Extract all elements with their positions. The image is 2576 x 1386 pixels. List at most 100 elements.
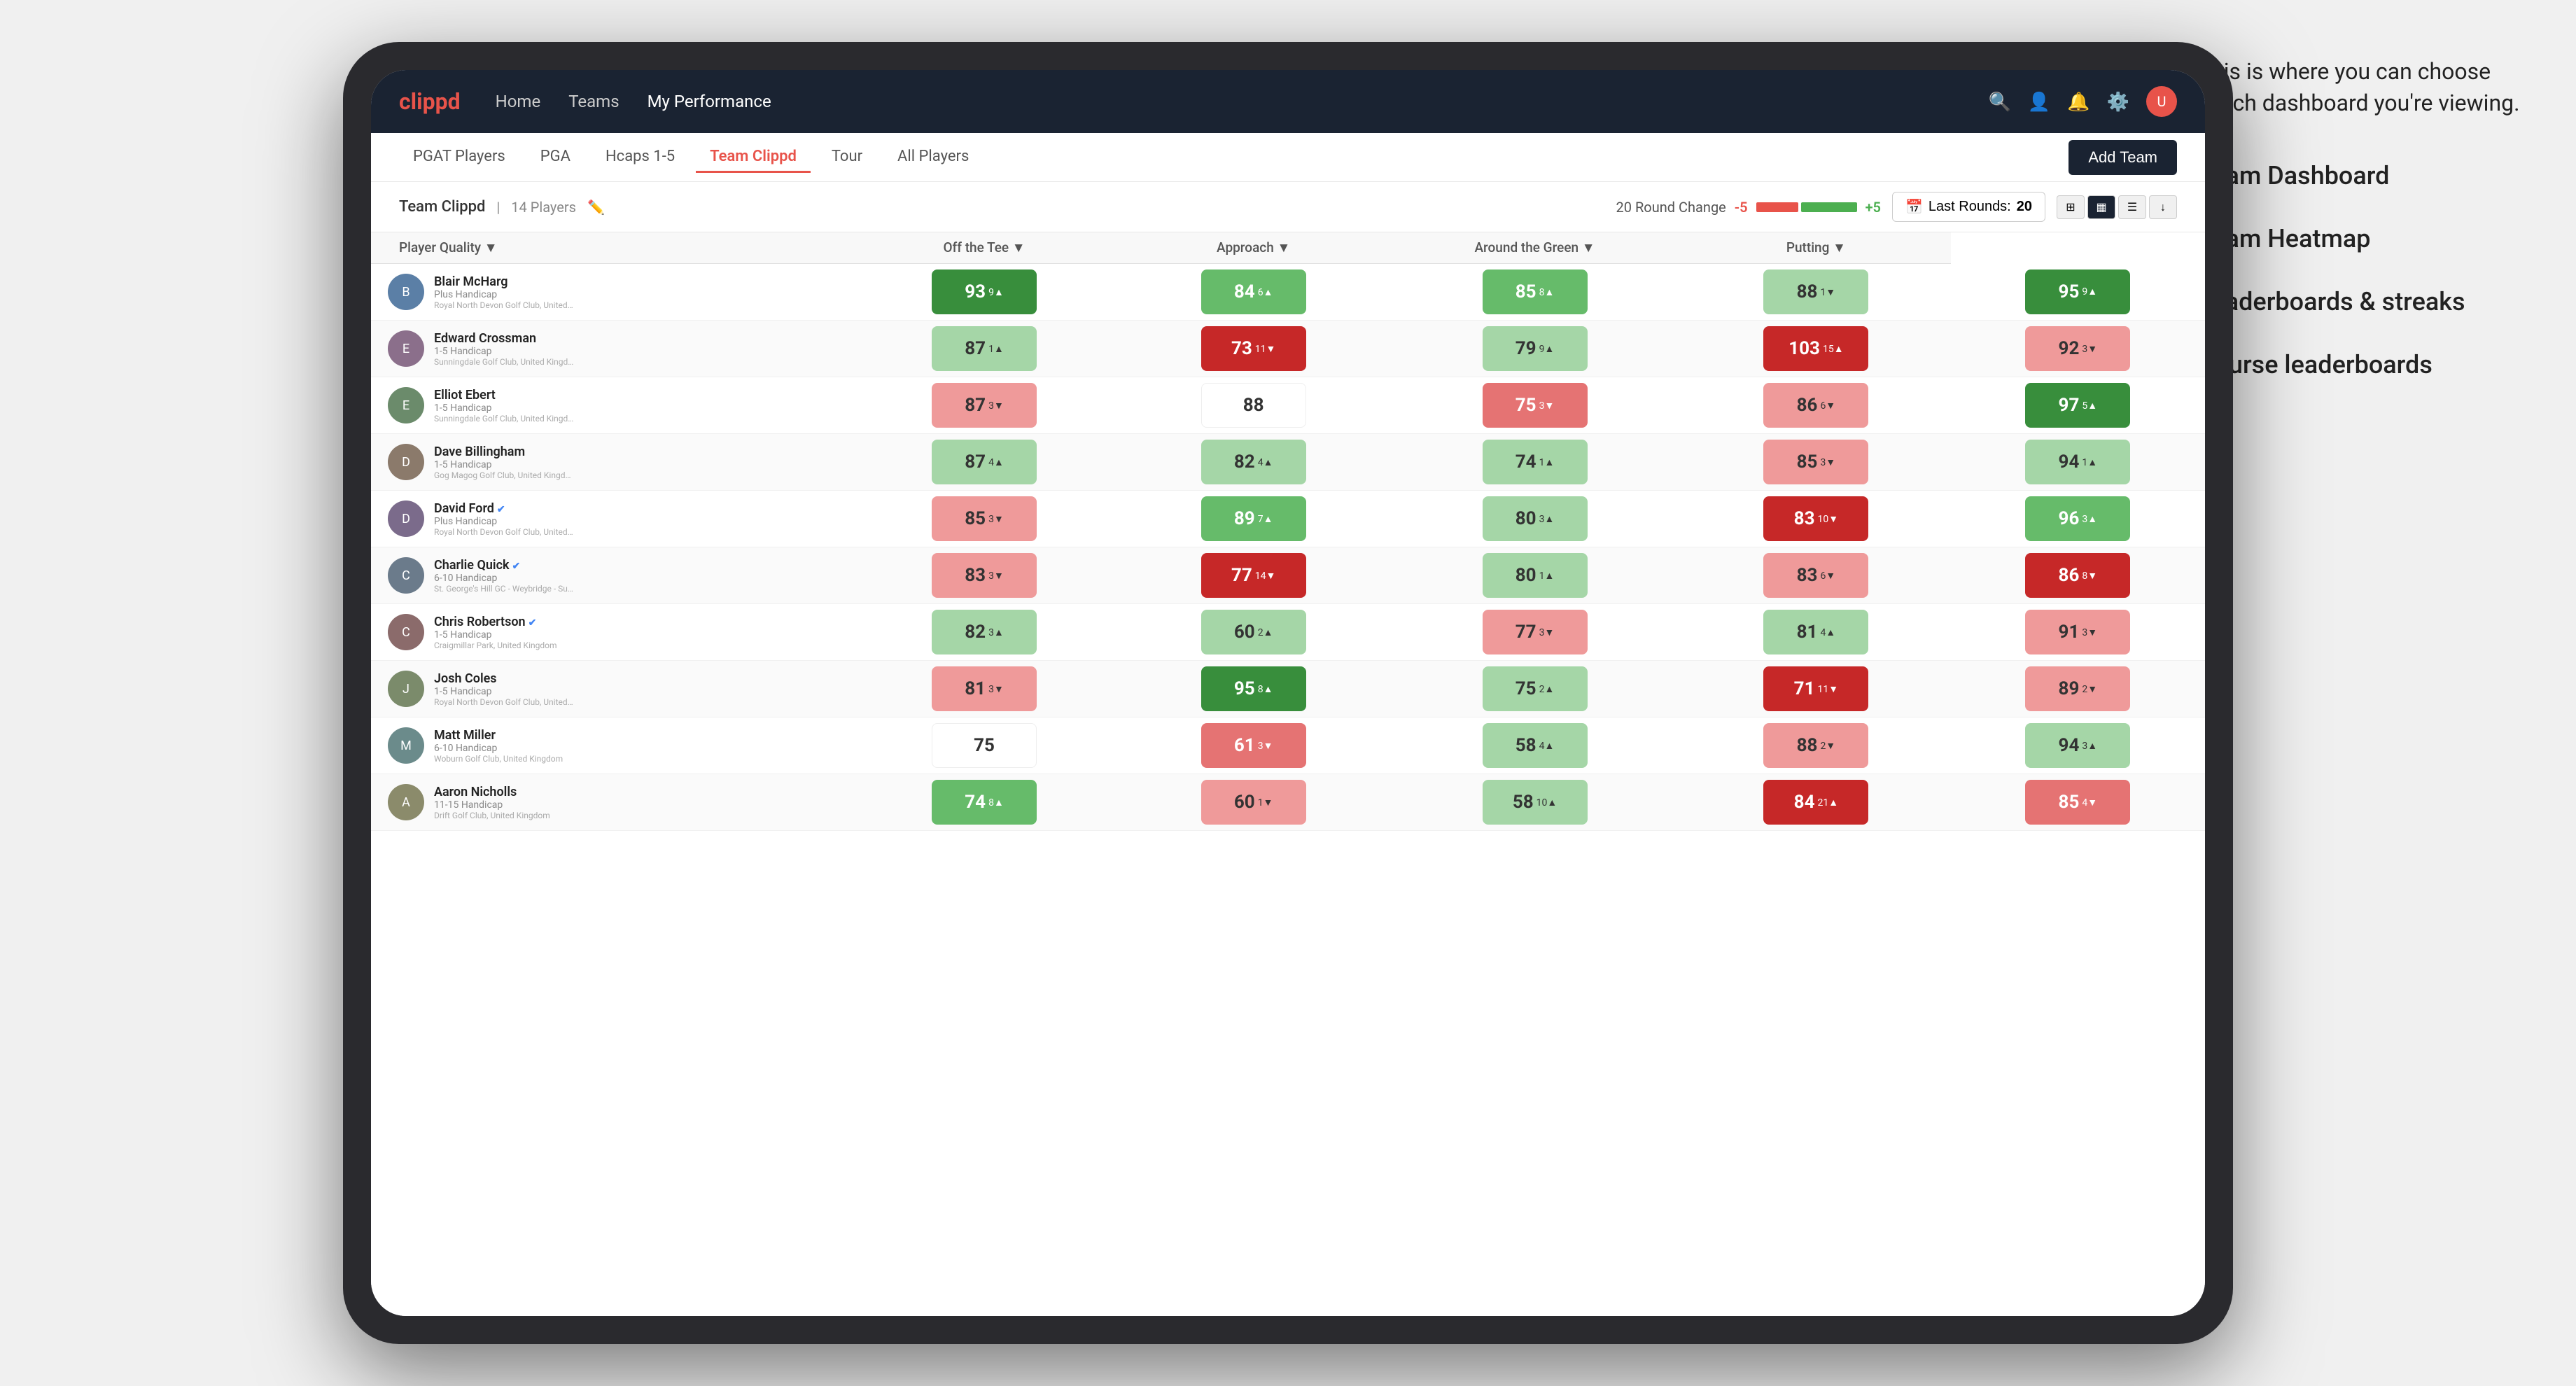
- metric-change: 3▼: [988, 400, 1004, 412]
- edit-icon[interactable]: ✏️: [587, 199, 605, 216]
- approach-cell: 752▲: [1388, 661, 1681, 718]
- player-cell[interactable]: EEdward Crossman1-5 HandicapSunningdale …: [371, 321, 850, 377]
- player-quality-cell: 823▲: [850, 604, 1119, 661]
- player-handicap: Plus Handicap: [434, 289, 574, 300]
- player-info: Aaron Nicholls11-15 HandicapDrift Golf C…: [434, 785, 550, 820]
- metric-value: 83: [965, 565, 986, 586]
- player-cell[interactable]: DDave Billingham1-5 HandicapGog Magog Go…: [371, 434, 850, 491]
- metric-value: 84: [1234, 281, 1255, 302]
- player-cell[interactable]: MMatt Miller6-10 HandicapWoburn Golf Clu…: [371, 718, 850, 774]
- sub-nav-tabs: PGAT Players PGA Hcaps 1-5 Team Clippd T…: [399, 142, 983, 173]
- player-name: Charlie Quick✔: [434, 558, 574, 573]
- player-cell[interactable]: AAaron Nicholls11-15 HandicapDrift Golf …: [371, 774, 850, 831]
- player-info: Edward Crossman1-5 HandicapSunningdale G…: [434, 331, 574, 367]
- player-club: Craigmillar Park, United Kingdom: [434, 640, 557, 650]
- player-club: Gog Magog Golf Club, United Kingdom: [434, 470, 574, 480]
- metric-change: 1▲: [1539, 456, 1555, 468]
- metric-value: 77: [1516, 622, 1536, 643]
- metric-change: 4▲: [1539, 740, 1555, 752]
- heatmap-view-button[interactable]: ▦: [2087, 195, 2115, 219]
- nav-link-my-performance[interactable]: My Performance: [648, 92, 771, 111]
- round-change-pos: +5: [1865, 199, 1881, 216]
- col-off-tee[interactable]: Off the Tee ▼: [850, 232, 1119, 264]
- player-name: Aaron Nicholls: [434, 785, 550, 799]
- player-avatar: B: [388, 274, 424, 310]
- player-info: Dave Billingham1-5 HandicapGog Magog Gol…: [434, 444, 574, 480]
- search-button[interactable]: 🔍: [1989, 91, 2011, 113]
- nav-links: Home Teams My Performance: [496, 92, 1989, 111]
- tab-pgat-players[interactable]: PGAT Players: [399, 142, 519, 173]
- view-toggle: ⊞ ▦ ☰ ↓: [2057, 195, 2177, 219]
- off-tee-cell: 88: [1119, 377, 1388, 434]
- negative-bar: [1756, 202, 1798, 212]
- metric-change: 9▲: [2082, 286, 2097, 298]
- list-view-button[interactable]: ☰: [2118, 195, 2146, 219]
- putting-cell: 941▲: [1951, 434, 2205, 491]
- around-green-cell: 836▼: [1681, 547, 1951, 604]
- putting-cell: 854▼: [1951, 774, 2205, 831]
- around-green-cell: 881▼: [1681, 264, 1951, 321]
- metric-change: 3▲: [988, 626, 1004, 638]
- metric-change: 4▼: [2082, 797, 2097, 808]
- col-around-green[interactable]: Around the Green ▼: [1388, 232, 1681, 264]
- col-putting[interactable]: Putting ▼: [1681, 232, 1951, 264]
- user-avatar[interactable]: U: [2146, 86, 2177, 117]
- add-team-button[interactable]: Add Team: [2068, 140, 2177, 175]
- download-button[interactable]: ↓: [2149, 195, 2177, 219]
- off-tee-cell: 824▲: [1119, 434, 1388, 491]
- player-quality-cell: 939▲: [850, 264, 1119, 321]
- player-cell[interactable]: EElliot Ebert1-5 HandicapSunningdale Gol…: [371, 377, 850, 434]
- metric-change: 1▲: [1539, 570, 1555, 582]
- player-quality-cell: 813▼: [850, 661, 1119, 718]
- grid-view-button[interactable]: ⊞: [2057, 195, 2085, 219]
- player-club: Sunningdale Golf Club, United Kingdom: [434, 357, 574, 367]
- player-club: Sunningdale Golf Club, United Kingdom: [434, 414, 574, 424]
- metric-change: 1▲: [988, 343, 1004, 355]
- tablet-frame: clippd Home Teams My Performance 🔍 👤 🔔 ⚙…: [343, 42, 2233, 1344]
- nav-link-home[interactable]: Home: [496, 92, 541, 111]
- notifications-button[interactable]: 🔔: [2067, 91, 2090, 113]
- player-cell[interactable]: JJosh Coles1-5 HandicapRoyal North Devon…: [371, 661, 850, 718]
- calendar-icon: 📅: [1905, 198, 1923, 216]
- player-cell[interactable]: CChris Robertson✔1-5 HandicapCraigmillar…: [371, 604, 850, 661]
- metric-change: 1▲: [2082, 456, 2097, 468]
- last-rounds-button[interactable]: 📅 Last Rounds: 20: [1892, 192, 2045, 222]
- metric-value: 97: [2059, 395, 2080, 416]
- metric-change: 3▼: [1539, 400, 1555, 412]
- around-green-cell: 853▼: [1681, 434, 1951, 491]
- putting-cell: 959▲: [1951, 264, 2205, 321]
- settings-button[interactable]: ⚙️: [2107, 91, 2129, 113]
- player-cell[interactable]: CCharlie Quick✔6-10 HandicapSt. George's…: [371, 547, 850, 604]
- annotation-item: Team Heatmap: [2198, 224, 2534, 253]
- metric-change: 2▼: [1820, 740, 1835, 752]
- metric-value: 85: [965, 508, 986, 529]
- tab-pga[interactable]: PGA: [526, 142, 584, 173]
- player-cell[interactable]: BBlair McHargPlus HandicapRoyal North De…: [371, 264, 850, 321]
- metric-value: 77: [1231, 565, 1252, 586]
- verified-badge: ✔: [512, 561, 521, 572]
- table-row: EElliot Ebert1-5 HandicapSunningdale Gol…: [371, 377, 2205, 434]
- col-player-quality[interactable]: Player Quality ▼: [371, 232, 850, 264]
- content-area: Team Clippd | 14 Players ✏️ 20 Round Cha…: [371, 182, 2205, 1316]
- player-name: David Ford✔: [434, 501, 574, 516]
- tab-team-clippd[interactable]: Team Clippd: [696, 142, 811, 173]
- putting-cell: 913▼: [1951, 604, 2205, 661]
- tab-hcaps[interactable]: Hcaps 1-5: [592, 142, 689, 173]
- metric-value: 88: [1797, 735, 1818, 756]
- player-name: Josh Coles: [434, 671, 574, 686]
- metric-value: 95: [2059, 281, 2080, 302]
- metric-value: 87: [965, 451, 986, 472]
- tab-all-players[interactable]: All Players: [883, 142, 983, 173]
- profile-button[interactable]: 👤: [2028, 91, 2050, 113]
- nav-link-teams[interactable]: Teams: [568, 92, 619, 111]
- table-row: MMatt Miller6-10 HandicapWoburn Golf Clu…: [371, 718, 2205, 774]
- metric-change: 3▲: [2082, 513, 2097, 525]
- player-cell[interactable]: DDavid Ford✔Plus HandicapRoyal North Dev…: [371, 491, 850, 547]
- tab-tour[interactable]: Tour: [818, 142, 876, 173]
- col-approach[interactable]: Approach ▼: [1119, 232, 1388, 264]
- round-change-section: 20 Round Change -5 +5: [1616, 199, 1881, 216]
- off-tee-cell: 7714▼: [1119, 547, 1388, 604]
- annotation-callout: This is where you can choose which dashb…: [2198, 56, 2534, 119]
- metric-change: 8▲: [1539, 286, 1555, 298]
- around-green-cell: 882▼: [1681, 718, 1951, 774]
